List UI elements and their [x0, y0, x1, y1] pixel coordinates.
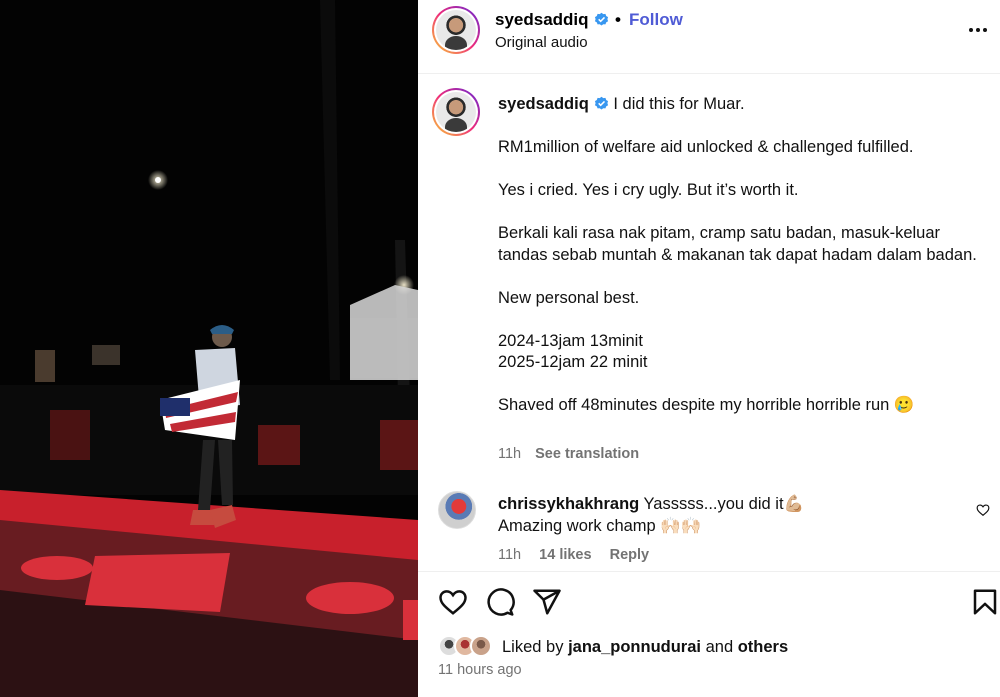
caption-paragraph: Berkali kali rasa nak pitam, cramp satu … — [498, 224, 977, 264]
caption-paragraph: Yes i cried. Yes i cry ugly. But it’s wo… — [498, 181, 799, 199]
follow-button[interactable]: Follow — [629, 10, 683, 30]
more-options-icon[interactable] — [966, 18, 990, 42]
author-username-text[interactable]: syedsaddiq — [495, 10, 589, 29]
caption-paragraph: 2024-13jam 13minit 2025-12jam 22 minit — [498, 331, 988, 374]
verified-badge-icon — [594, 96, 608, 110]
liked-by-prefix: Liked by — [502, 638, 564, 656]
caption-username[interactable]: syedsaddiq — [498, 95, 589, 113]
post-header: syedsaddiq • Follow Original audio — [418, 0, 1000, 74]
liked-by-text: Liked by jana_ponnudurai and others — [502, 638, 788, 657]
comment-meta: 11h 14 likes Reply — [498, 547, 663, 563]
comment-time[interactable]: 11h — [498, 547, 521, 563]
post-details-panel: syedsaddiq • Follow Original audio syeds… — [418, 0, 1000, 697]
liked-by-user[interactable]: jana_ponnudurai — [568, 638, 701, 656]
share-icon[interactable] — [532, 587, 562, 617]
verified-badge-icon — [594, 12, 608, 26]
author-avatar[interactable] — [432, 6, 480, 54]
race-finish-video-frame — [0, 0, 418, 697]
post-actions-bar — [418, 571, 1000, 697]
comment-text: chrissykhakhrang Yasssss...you did it💪🏼 … — [498, 493, 958, 537]
bookmark-icon[interactable] — [970, 587, 1000, 617]
caption-paragraph: Shaved off 48minutes despite my horrible… — [498, 396, 915, 414]
comment-line-1: Yasssss...you did it💪🏼 — [643, 495, 805, 513]
comment-like-heart-icon[interactable] — [976, 503, 990, 517]
caption-time[interactable]: 11h — [498, 446, 521, 462]
comment-icon[interactable] — [485, 587, 515, 617]
post-timestamp[interactable]: 11 hours ago — [438, 662, 522, 678]
liked-by-others[interactable]: others — [738, 638, 788, 656]
liked-by-and: and — [705, 638, 734, 656]
reply-button[interactable]: Reply — [610, 547, 650, 563]
audio-link[interactable]: Original audio — [495, 34, 588, 51]
caption-paragraph: New personal best. — [498, 288, 640, 307]
caption-paragraph: RM1million of welfare aid unlocked & cha… — [498, 138, 914, 156]
separator-dot: • — [615, 10, 621, 29]
commenter-avatar[interactable] — [438, 491, 476, 529]
author-username[interactable]: syedsaddiq — [495, 10, 609, 30]
caption-line-1: I did this for Muar. — [613, 95, 745, 113]
commenter-username[interactable]: chrissykhakhrang — [498, 495, 639, 513]
liker-avatar — [470, 635, 492, 657]
heart-icon[interactable] — [438, 587, 468, 617]
comment-likes[interactable]: 14 likes — [539, 547, 591, 563]
caption-author-avatar[interactable] — [432, 88, 480, 136]
see-translation-button[interactable]: See translation — [535, 446, 639, 462]
caption-record-2024: 2024-13jam 13minit — [498, 331, 643, 350]
video-player[interactable] — [0, 0, 418, 697]
caption-record-2025: 2025-12jam 22 minit — [498, 353, 648, 371]
caption-meta: 11h See translation — [498, 446, 639, 462]
caption-text: syedsaddiq I did this for Muar. RM1milli… — [498, 94, 988, 438]
comment-line-2: Amazing work champ 🙌🏻🙌🏻 — [498, 517, 702, 535]
